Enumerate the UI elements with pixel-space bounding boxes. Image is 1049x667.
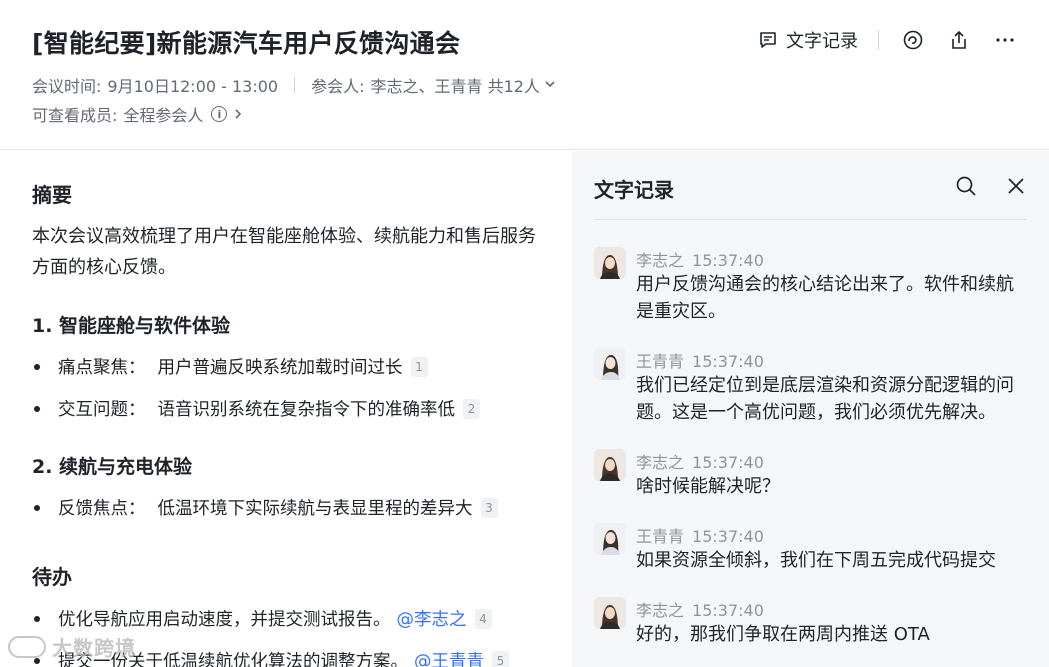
mention-link[interactable]: @李志之 [397, 606, 467, 631]
todo-title: 待办 [32, 565, 72, 589]
todo-item: 优化导航应用启动速度，并提交测试报告。 @李志之 4 [32, 606, 492, 631]
summary-content: 摘要 本次会议高效梳理了用户在智能座舱体验、续航能力和售后服务方面的核心反馈。 … [0, 151, 572, 667]
summary-intro: 本次会议高效梳理了用户在智能座舱体验、续航能力和售后服务方面的核心反馈。 [32, 226, 536, 278]
speaker-name: 王青青 [636, 527, 685, 546]
meta-divider [294, 77, 296, 93]
summary-title: 摘要 [32, 183, 72, 207]
search-icon[interactable] [953, 173, 979, 199]
todo-text: 优化导航应用启动速度，并提交测试报告。 [58, 610, 391, 630]
avatar[interactable] [594, 348, 626, 380]
message-meta: 王青青 15:37:40 [636, 348, 764, 372]
close-icon[interactable] [1003, 173, 1029, 199]
message-time: 15:37:40 [692, 527, 764, 546]
speaker-name: 李志之 [636, 601, 685, 620]
message-text: 好的，那我们争取在两周内推送 OTA [636, 624, 930, 645]
item-text: 语音识别系统在复杂指令下的准确率低 [157, 400, 456, 420]
panel-divider [594, 219, 1027, 220]
panel-toolbar [929, 173, 1029, 199]
item-text: 用户普遍反映系统加载时间过长 [157, 358, 403, 378]
meeting-time-value: 9月10日12:00 - 13:00 [107, 77, 279, 96]
meeting-header: [智能纪要]新能源汽车用户反馈沟通会 会议时间: 9月10日12:00 - 13… [0, 0, 1049, 150]
watermark-icon [8, 635, 46, 658]
meeting-time-label: 会议时间: [32, 77, 102, 96]
share-icon[interactable] [945, 26, 973, 54]
viewers-value: 全程参会人 [123, 106, 204, 125]
reference-badge[interactable]: 3 [480, 497, 498, 518]
bullet-dot [34, 405, 40, 412]
reference-badge[interactable]: 1 [410, 356, 428, 377]
section-heading: 1. 智能座舱与软件体验 [32, 315, 231, 337]
watermark-text: 大数跨境 [52, 636, 136, 660]
participants-label: 参会人: [311, 77, 365, 96]
section-heading: 2. 续航与充电体验 [32, 456, 193, 478]
transcript-button[interactable]: 文字记录 [758, 27, 858, 53]
meeting-meta: 会议时间: 9月10日12:00 - 13:00 参会人: 李志之、王青青 共1… [32, 73, 556, 97]
list-item: 痛点聚焦： 用户普遍反映系统加载时间过长 1 [32, 354, 428, 379]
chevron-right-icon[interactable] [233, 105, 243, 124]
participants-value[interactable]: 李志之、王青青 共12人 [371, 73, 540, 97]
ai-assistant-icon[interactable] [899, 26, 927, 54]
transcript-panel-title: 文字记录 [594, 178, 674, 202]
viewers-label: 可查看成员: [32, 106, 118, 125]
item-label: 交互问题： [58, 400, 146, 420]
message-meta: 李志之 15:37:40 [636, 449, 764, 473]
mention-link[interactable]: @王青青 [414, 648, 484, 667]
more-icon[interactable] [991, 26, 1019, 54]
actions-divider [878, 30, 879, 50]
message-text: 用户反馈沟通会的核心结论出来了。软件和续航是重灾区。 [636, 274, 1014, 322]
avatar[interactable] [594, 597, 626, 629]
bullet-dot [34, 615, 40, 622]
speaker-name: 李志之 [636, 251, 685, 270]
message-meta: 李志之 15:37:40 [636, 247, 764, 271]
message-time: 15:37:40 [692, 251, 764, 270]
reference-badge[interactable]: 5 [492, 650, 509, 667]
transcript-button-label: 文字记录 [786, 31, 858, 52]
message-meta: 王青青 15:37:40 [636, 523, 764, 547]
avatar[interactable] [594, 449, 626, 481]
item-text: 低温环境下实际续航与表显里程的差异大 [157, 499, 473, 519]
viewers-row[interactable]: 可查看成员: 全程参会人 i [32, 102, 243, 126]
reference-badge[interactable]: 4 [474, 608, 492, 629]
avatar[interactable] [594, 523, 626, 555]
message-meta: 李志之 15:37:40 [636, 597, 764, 621]
message-text: 我们已经定位到是底层渲染和资源分配逻辑的问题。这是一个高优问题，我们必须优先解决… [636, 375, 1014, 423]
reference-badge[interactable]: 2 [463, 398, 480, 419]
header-actions: 文字记录 [758, 26, 1019, 54]
item-label: 痛点聚焦： [58, 358, 146, 378]
message-time: 15:37:40 [692, 352, 764, 371]
chevron-down-icon[interactable] [544, 78, 556, 93]
transcript-panel: 文字记录 李志之 15:37:40 用户反馈沟通会的核心结论出来了。软件和续航是重… [572, 151, 1049, 667]
info-icon[interactable]: i [211, 106, 228, 122]
message-time: 15:37:40 [692, 453, 764, 472]
bullet-dot [34, 504, 40, 511]
message-icon [760, 32, 776, 48]
message-text: 啥时候能解决呢？ [636, 476, 780, 497]
message-text: 如果资源全倾斜，我们在下周五完成代码提交 [636, 550, 996, 571]
avatar[interactable] [594, 247, 626, 279]
list-item: 交互问题： 语音识别系统在复杂指令下的准确率低 2 [32, 396, 480, 421]
watermark-logo: 大数跨境 [8, 632, 136, 661]
speaker-name: 李志之 [636, 453, 685, 472]
speaker-name: 王青青 [636, 352, 685, 371]
message-time: 15:37:40 [692, 601, 764, 620]
page-title: [智能纪要]新能源汽车用户反馈沟通会 [32, 29, 461, 58]
list-item: 反馈焦点： 低温环境下实际续航与表显里程的差异大 3 [32, 495, 498, 520]
item-label: 反馈焦点： [58, 499, 146, 519]
bullet-dot [34, 363, 40, 370]
